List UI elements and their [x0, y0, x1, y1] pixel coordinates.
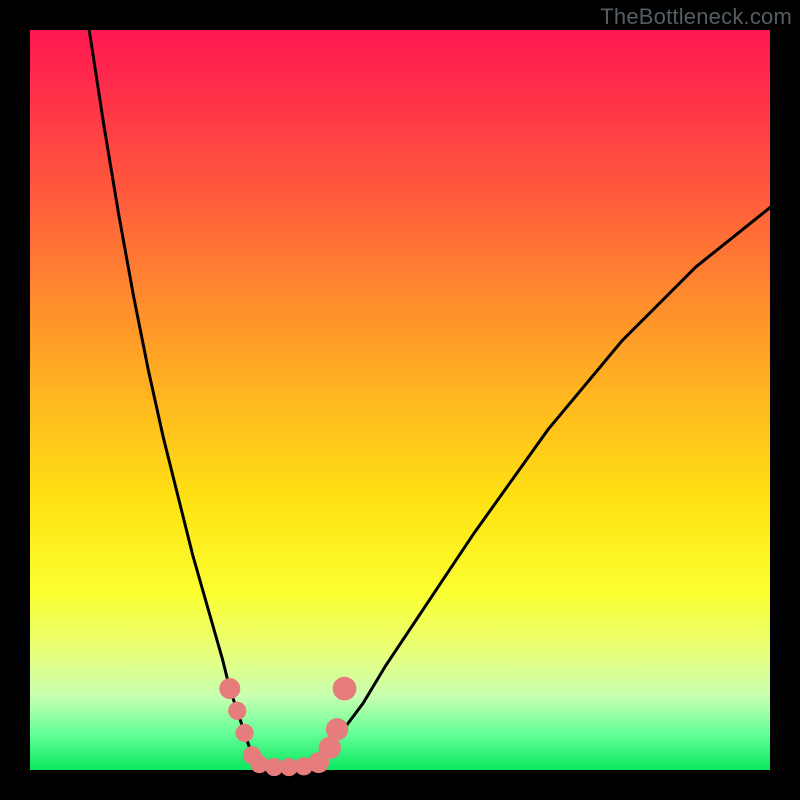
marker-dot	[236, 724, 254, 742]
chart-svg	[30, 30, 770, 770]
curve-left-branch	[89, 30, 252, 755]
marker-dot	[228, 702, 246, 720]
marker-dot	[219, 678, 240, 699]
watermark-text: TheBottleneck.com	[600, 4, 792, 30]
marker-dot	[326, 718, 348, 740]
frame: TheBottleneck.com	[0, 0, 800, 800]
marker-dot	[333, 677, 357, 701]
marker-group	[219, 677, 356, 776]
plot-area	[30, 30, 770, 770]
curve-right-branch	[326, 208, 770, 756]
